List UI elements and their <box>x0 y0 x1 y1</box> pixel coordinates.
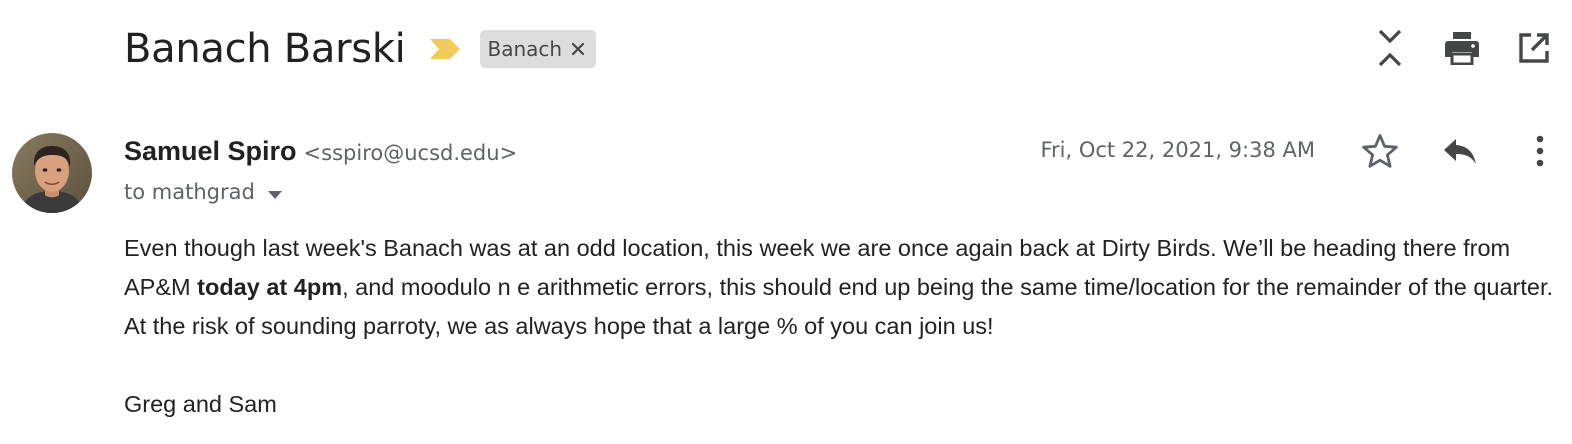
message-body: Even though last week's Banach was at an… <box>124 229 1554 346</box>
label-chip-text: Banach <box>487 37 563 61</box>
sender-email: <sspiro@ucsd.edu> <box>303 141 518 165</box>
collapse-all-icon <box>1376 28 1404 73</box>
label-chip: Banach <box>479 30 597 68</box>
recipients-text: to mathgrad <box>124 180 255 204</box>
more-options-button[interactable] <box>1518 131 1562 175</box>
importance-marker-icon[interactable] <box>428 37 462 61</box>
thread-actions <box>1368 28 1556 72</box>
body-text-bold: today at 4pm <box>197 274 343 300</box>
body-paragraph: Even though last week's Banach was at an… <box>124 229 1554 346</box>
sender-line: Samuel Spiro <sspiro@ucsd.edu> <box>124 136 517 170</box>
print-icon <box>1444 31 1480 70</box>
subject-row: Banach Barski Banach <box>124 22 597 76</box>
open-in-new-window-button[interactable] <box>1512 28 1556 72</box>
reply-button[interactable] <box>1438 131 1482 175</box>
email-view: Banach Barski Banach Samuel Spiro <sspir… <box>0 0 1572 444</box>
message-actions <box>1358 131 1562 175</box>
close-icon[interactable] <box>570 41 586 57</box>
collapse-all-button[interactable] <box>1368 28 1412 72</box>
signature: Greg and Sam <box>124 391 277 417</box>
star-icon <box>1361 133 1399 174</box>
open-in-new-icon <box>1518 32 1550 69</box>
reply-icon <box>1442 136 1478 171</box>
recipients-toggle[interactable]: to mathgrad <box>124 177 283 207</box>
message-date: Fri, Oct 22, 2021, 9:38 AM <box>1040 138 1315 162</box>
star-button[interactable] <box>1358 131 1402 175</box>
sender-avatar[interactable] <box>12 133 92 213</box>
more-vert-icon <box>1536 135 1544 172</box>
sender-name[interactable]: Samuel Spiro <box>124 136 297 167</box>
email-subject: Banach Barski <box>124 26 406 72</box>
arrow-drop-down-icon[interactable] <box>267 187 283 199</box>
print-button[interactable] <box>1440 28 1484 72</box>
